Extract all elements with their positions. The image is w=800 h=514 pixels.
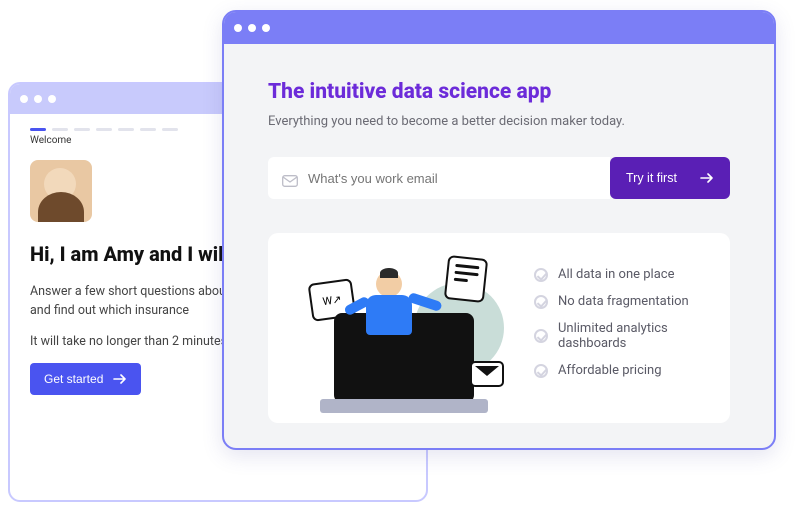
feature-item: All data in one place [534, 267, 704, 282]
check-icon [534, 268, 548, 282]
check-icon [534, 364, 548, 378]
get-started-button[interactable]: Get started [30, 363, 141, 395]
arrow-right-icon [113, 374, 127, 384]
illustration-document-card-icon [444, 255, 488, 303]
window-dot[interactable] [248, 24, 256, 32]
get-started-label: Get started [44, 372, 103, 386]
try-it-first-label: Try it first [626, 171, 677, 185]
progress-step [74, 128, 90, 131]
feature-card: W↗ All data in one place [268, 233, 730, 423]
window-dot[interactable] [48, 95, 56, 103]
feature-item: Affordable pricing [534, 363, 704, 378]
illustration-person-icon [376, 271, 412, 335]
mail-icon [282, 172, 298, 184]
window-landing: The intuitive data science app Everythin… [222, 10, 776, 450]
try-it-first-button[interactable]: Try it first [610, 157, 730, 199]
hero-title: The intuitive data science app [268, 80, 730, 104]
window-dot[interactable] [20, 95, 28, 103]
check-icon [534, 329, 548, 343]
illustration-mail-card-icon [470, 361, 504, 387]
titlebar-front [224, 12, 774, 44]
progress-step [140, 128, 156, 131]
progress-step [96, 128, 112, 131]
feature-text: No data fragmentation [558, 294, 689, 309]
window-controls[interactable] [234, 24, 270, 32]
progress-step [52, 128, 68, 131]
feature-text: All data in one place [558, 267, 675, 282]
window-dot[interactable] [34, 95, 42, 103]
signup-row: Try it first [268, 157, 730, 199]
window-dot[interactable] [234, 24, 242, 32]
feature-text: Affordable pricing [558, 363, 662, 378]
progress-step [30, 128, 46, 131]
window-dot[interactable] [262, 24, 270, 32]
progress-step [118, 128, 134, 131]
window-controls[interactable] [20, 95, 56, 103]
avatar [30, 160, 92, 222]
progress-step [162, 128, 178, 131]
feature-item: Unlimited analytics dashboards [534, 321, 704, 351]
check-icon [534, 295, 548, 309]
hero-subtitle: Everything you need to become a better d… [268, 114, 730, 129]
feature-list: All data in one place No data fragmentat… [534, 253, 704, 423]
email-field-wrap[interactable] [268, 157, 610, 199]
email-input[interactable] [308, 171, 596, 186]
feature-item: No data fragmentation [534, 294, 704, 309]
feature-text: Unlimited analytics dashboards [558, 321, 704, 351]
arrow-right-icon [700, 173, 714, 183]
illustration: W↗ [294, 253, 514, 423]
